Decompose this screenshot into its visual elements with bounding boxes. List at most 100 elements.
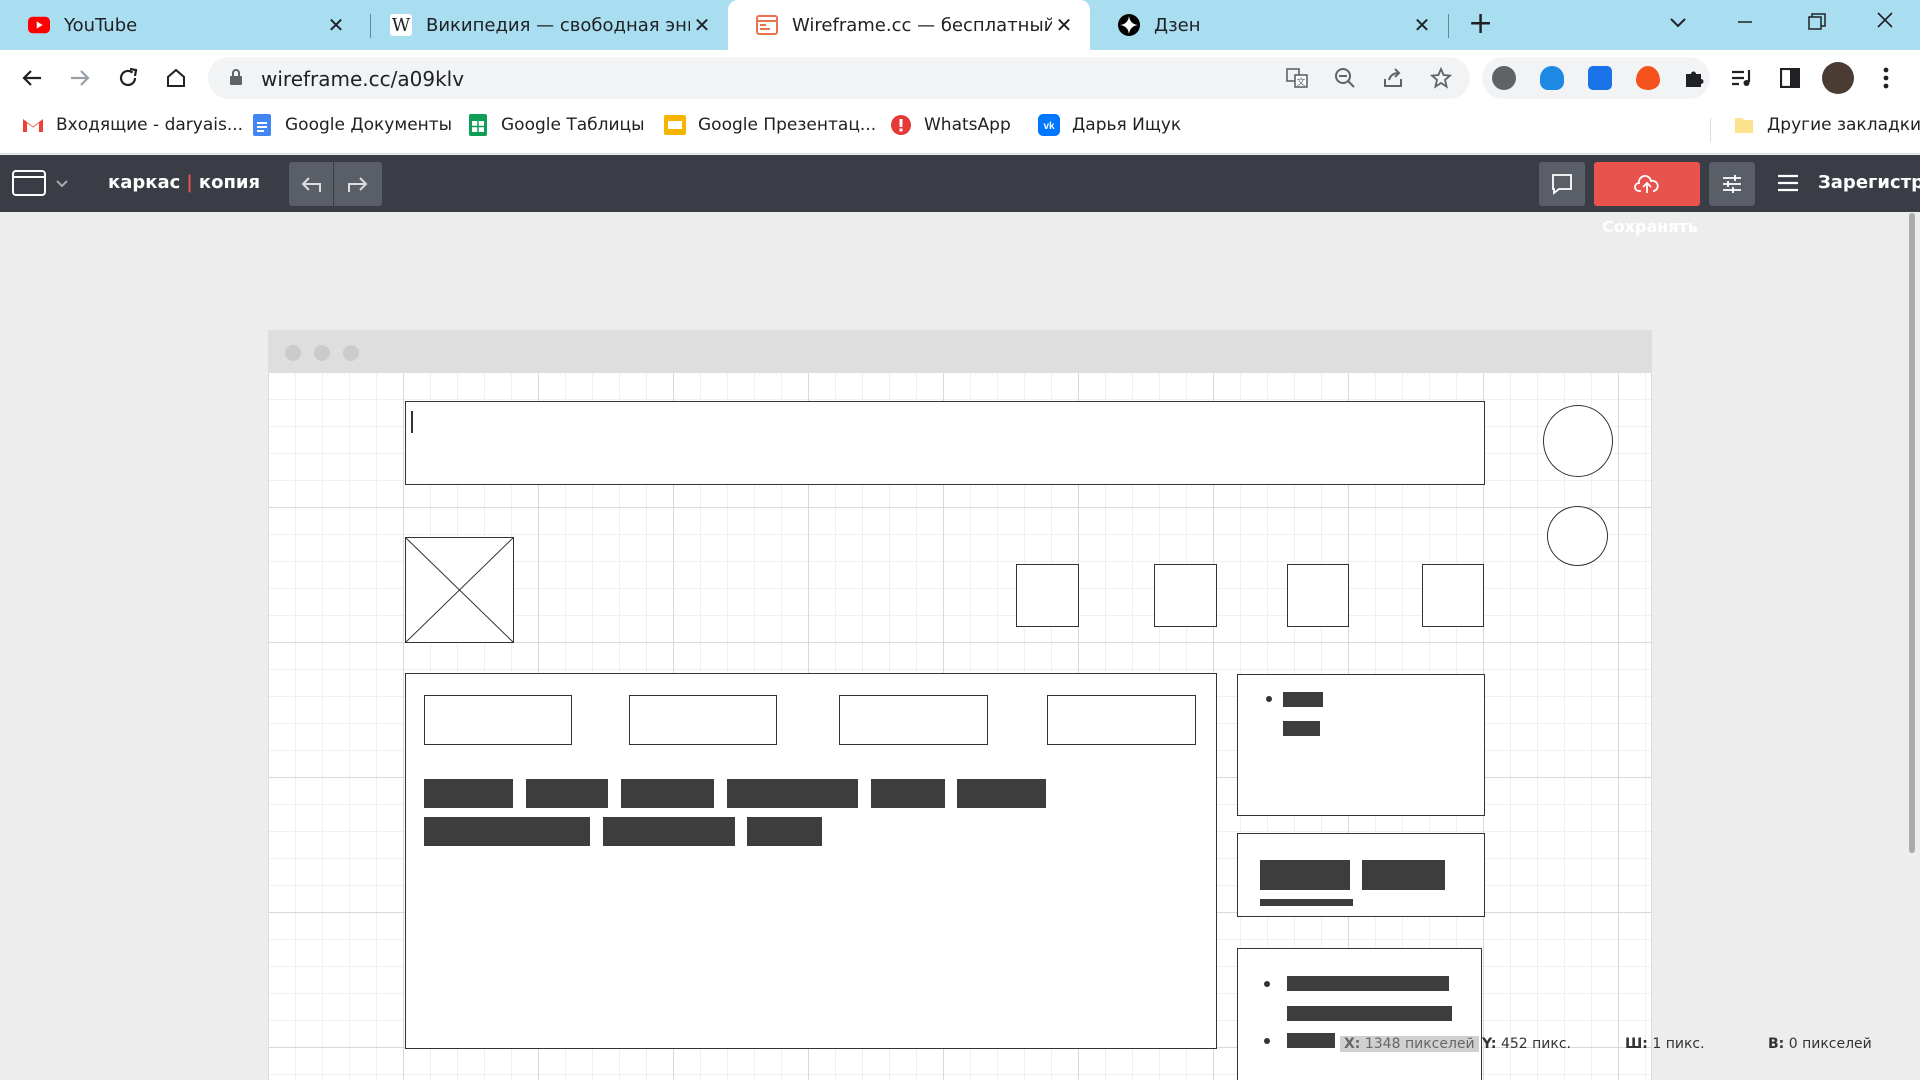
header-text-box[interactable]	[405, 401, 1485, 485]
cloud-extension-icon[interactable]	[1540, 66, 1564, 90]
square-shape[interactable]	[1287, 564, 1349, 627]
title-left: каркас	[108, 172, 181, 193]
w-label: Ш:	[1625, 1036, 1648, 1052]
media-control-icon[interactable]	[1724, 60, 1760, 96]
profile-avatar[interactable]	[1820, 60, 1856, 96]
window-menu-icon[interactable]	[12, 169, 70, 201]
coordinates-status-bar: X: 1348 пикселей Y: 452 пикс. Ш: 1 пикс.…	[1330, 1032, 1910, 1054]
close-tab-icon[interactable]: ✕	[324, 13, 348, 37]
button-placeholder[interactable]	[1260, 860, 1350, 890]
restore-icon[interactable]	[1808, 12, 1826, 36]
share-icon[interactable]	[1382, 67, 1404, 89]
bookmark-whatsapp[interactable]: WhatsApp	[890, 114, 1011, 136]
bookmark-google-sheets[interactable]: Google Таблицы	[467, 114, 645, 136]
text-cursor	[411, 411, 413, 433]
reload-icon[interactable]	[110, 60, 146, 96]
sidebar-list-box[interactable]	[1237, 948, 1482, 1080]
tab-youtube[interactable]: YouTube ✕	[0, 0, 362, 50]
settings-sliders-button[interactable]	[1709, 162, 1755, 206]
google-docs-icon	[251, 114, 273, 136]
input-box[interactable]	[424, 695, 572, 745]
document-title[interactable]: каркас | копия	[108, 172, 260, 193]
browser-menu-icon[interactable]	[1868, 60, 1904, 96]
comment-button[interactable]	[1539, 162, 1585, 206]
y-coordinate: Y: 452 пикс.	[1482, 1036, 1571, 1052]
hamburger-menu-icon[interactable]	[1777, 173, 1799, 197]
text-placeholder-block[interactable]	[957, 779, 1046, 808]
list-item-block[interactable]	[1283, 692, 1323, 707]
close-window-icon[interactable]	[1876, 10, 1894, 34]
other-bookmarks[interactable]: Другие закладки	[1733, 114, 1920, 136]
vertical-scrollbar[interactable]	[1909, 213, 1915, 853]
text-placeholder-block[interactable]	[871, 779, 945, 808]
bookmark-label: Google Таблицы	[501, 115, 645, 135]
zoom-out-icon[interactable]	[1334, 67, 1356, 89]
bookmark-vk[interactable]: vk Дарья Ищук	[1038, 114, 1181, 136]
translate-icon[interactable]: 文	[1286, 67, 1308, 89]
square-shape[interactable]	[1422, 564, 1484, 627]
save-button[interactable]	[1594, 162, 1700, 206]
tab-dzen[interactable]: Дзен ✕	[1090, 0, 1448, 50]
close-tab-icon[interactable]: ✕	[1052, 13, 1076, 37]
tab-search-chevron-icon[interactable]	[1669, 10, 1687, 34]
address-bar[interactable]: wireframe.cc/a09klv 文	[208, 57, 1470, 99]
side-panel-icon[interactable]	[1772, 60, 1808, 96]
bookmark-star-icon[interactable]	[1429, 66, 1453, 89]
circle-shape[interactable]	[1547, 506, 1608, 566]
new-tab-icon[interactable]: +	[1468, 6, 1493, 42]
text-placeholder-block[interactable]	[424, 817, 590, 846]
lock-icon[interactable]	[228, 67, 250, 89]
tab-wireframe[interactable]: Wireframe.cc — бесплатный он ✕	[728, 0, 1090, 50]
minimize-icon[interactable]	[1737, 10, 1753, 34]
fire-extension-icon[interactable]	[1636, 66, 1660, 90]
text-placeholder-block[interactable]	[603, 817, 735, 846]
register-link[interactable]: Зарегистри	[1818, 172, 1920, 193]
sidebar-list-box[interactable]	[1237, 674, 1485, 816]
square-shape[interactable]	[1016, 564, 1079, 627]
text-placeholder-block[interactable]	[526, 779, 608, 808]
home-icon[interactable]	[158, 60, 194, 96]
tab-title: YouTube	[64, 14, 138, 36]
width-readout: Ш: 1 пикс.	[1625, 1036, 1705, 1052]
bookmark-google-docs[interactable]: Google Документы	[251, 114, 452, 136]
bookmarks-separator	[1710, 118, 1711, 142]
list-item-block[interactable]	[1283, 721, 1320, 736]
text-placeholder-block[interactable]	[424, 779, 513, 808]
input-box[interactable]	[629, 695, 777, 745]
tab-title: Wireframe.cc — бесплатный он	[792, 14, 1052, 36]
close-tab-icon[interactable]: ✕	[1410, 13, 1434, 37]
forward-icon[interactable]	[62, 60, 98, 96]
image-placeholder[interactable]	[404, 536, 515, 644]
list-item-block[interactable]	[1287, 1033, 1335, 1048]
undo-button[interactable]	[289, 162, 333, 206]
list-item-block[interactable]	[1287, 1006, 1452, 1021]
circle-shape[interactable]	[1543, 405, 1613, 477]
main-content-box[interactable]	[405, 673, 1217, 1049]
text-placeholder-block[interactable]	[727, 779, 858, 808]
button-placeholder[interactable]	[1362, 860, 1445, 890]
frame-dot	[343, 345, 359, 361]
extension-1-icon[interactable]	[1492, 66, 1516, 90]
google-sheets-icon	[467, 114, 489, 136]
text-placeholder-block[interactable]	[621, 779, 714, 808]
sidebar-buttons-box[interactable]	[1237, 833, 1485, 917]
bookmark-google-slides[interactable]: Google Презентац...	[664, 114, 876, 136]
text-placeholder-block[interactable]	[747, 817, 822, 846]
square-shape[interactable]	[1154, 564, 1217, 627]
input-box[interactable]	[1047, 695, 1196, 745]
close-tab-icon[interactable]: ✕	[690, 13, 714, 37]
y-value: 452 пикс.	[1500, 1036, 1572, 1052]
bookmark-gmail[interactable]: Входящие - daryais...	[22, 114, 243, 136]
frame-dot	[314, 345, 330, 361]
title-separator: |	[186, 172, 193, 193]
tab-wikipedia[interactable]: W Википедия — свободная энцик ✕	[362, 0, 728, 50]
list-item-block[interactable]	[1287, 976, 1449, 991]
redo-button[interactable]	[334, 162, 382, 206]
bookmarks-bar: Входящие - daryais... Google Документы G…	[0, 106, 1920, 154]
puzzle-extensions-icon[interactable]	[1682, 66, 1706, 90]
google-slides-icon	[664, 114, 686, 136]
tab-separator	[1448, 14, 1449, 38]
input-box[interactable]	[839, 695, 988, 745]
back-icon[interactable]	[14, 60, 50, 96]
extension-3-icon[interactable]	[1588, 66, 1612, 90]
